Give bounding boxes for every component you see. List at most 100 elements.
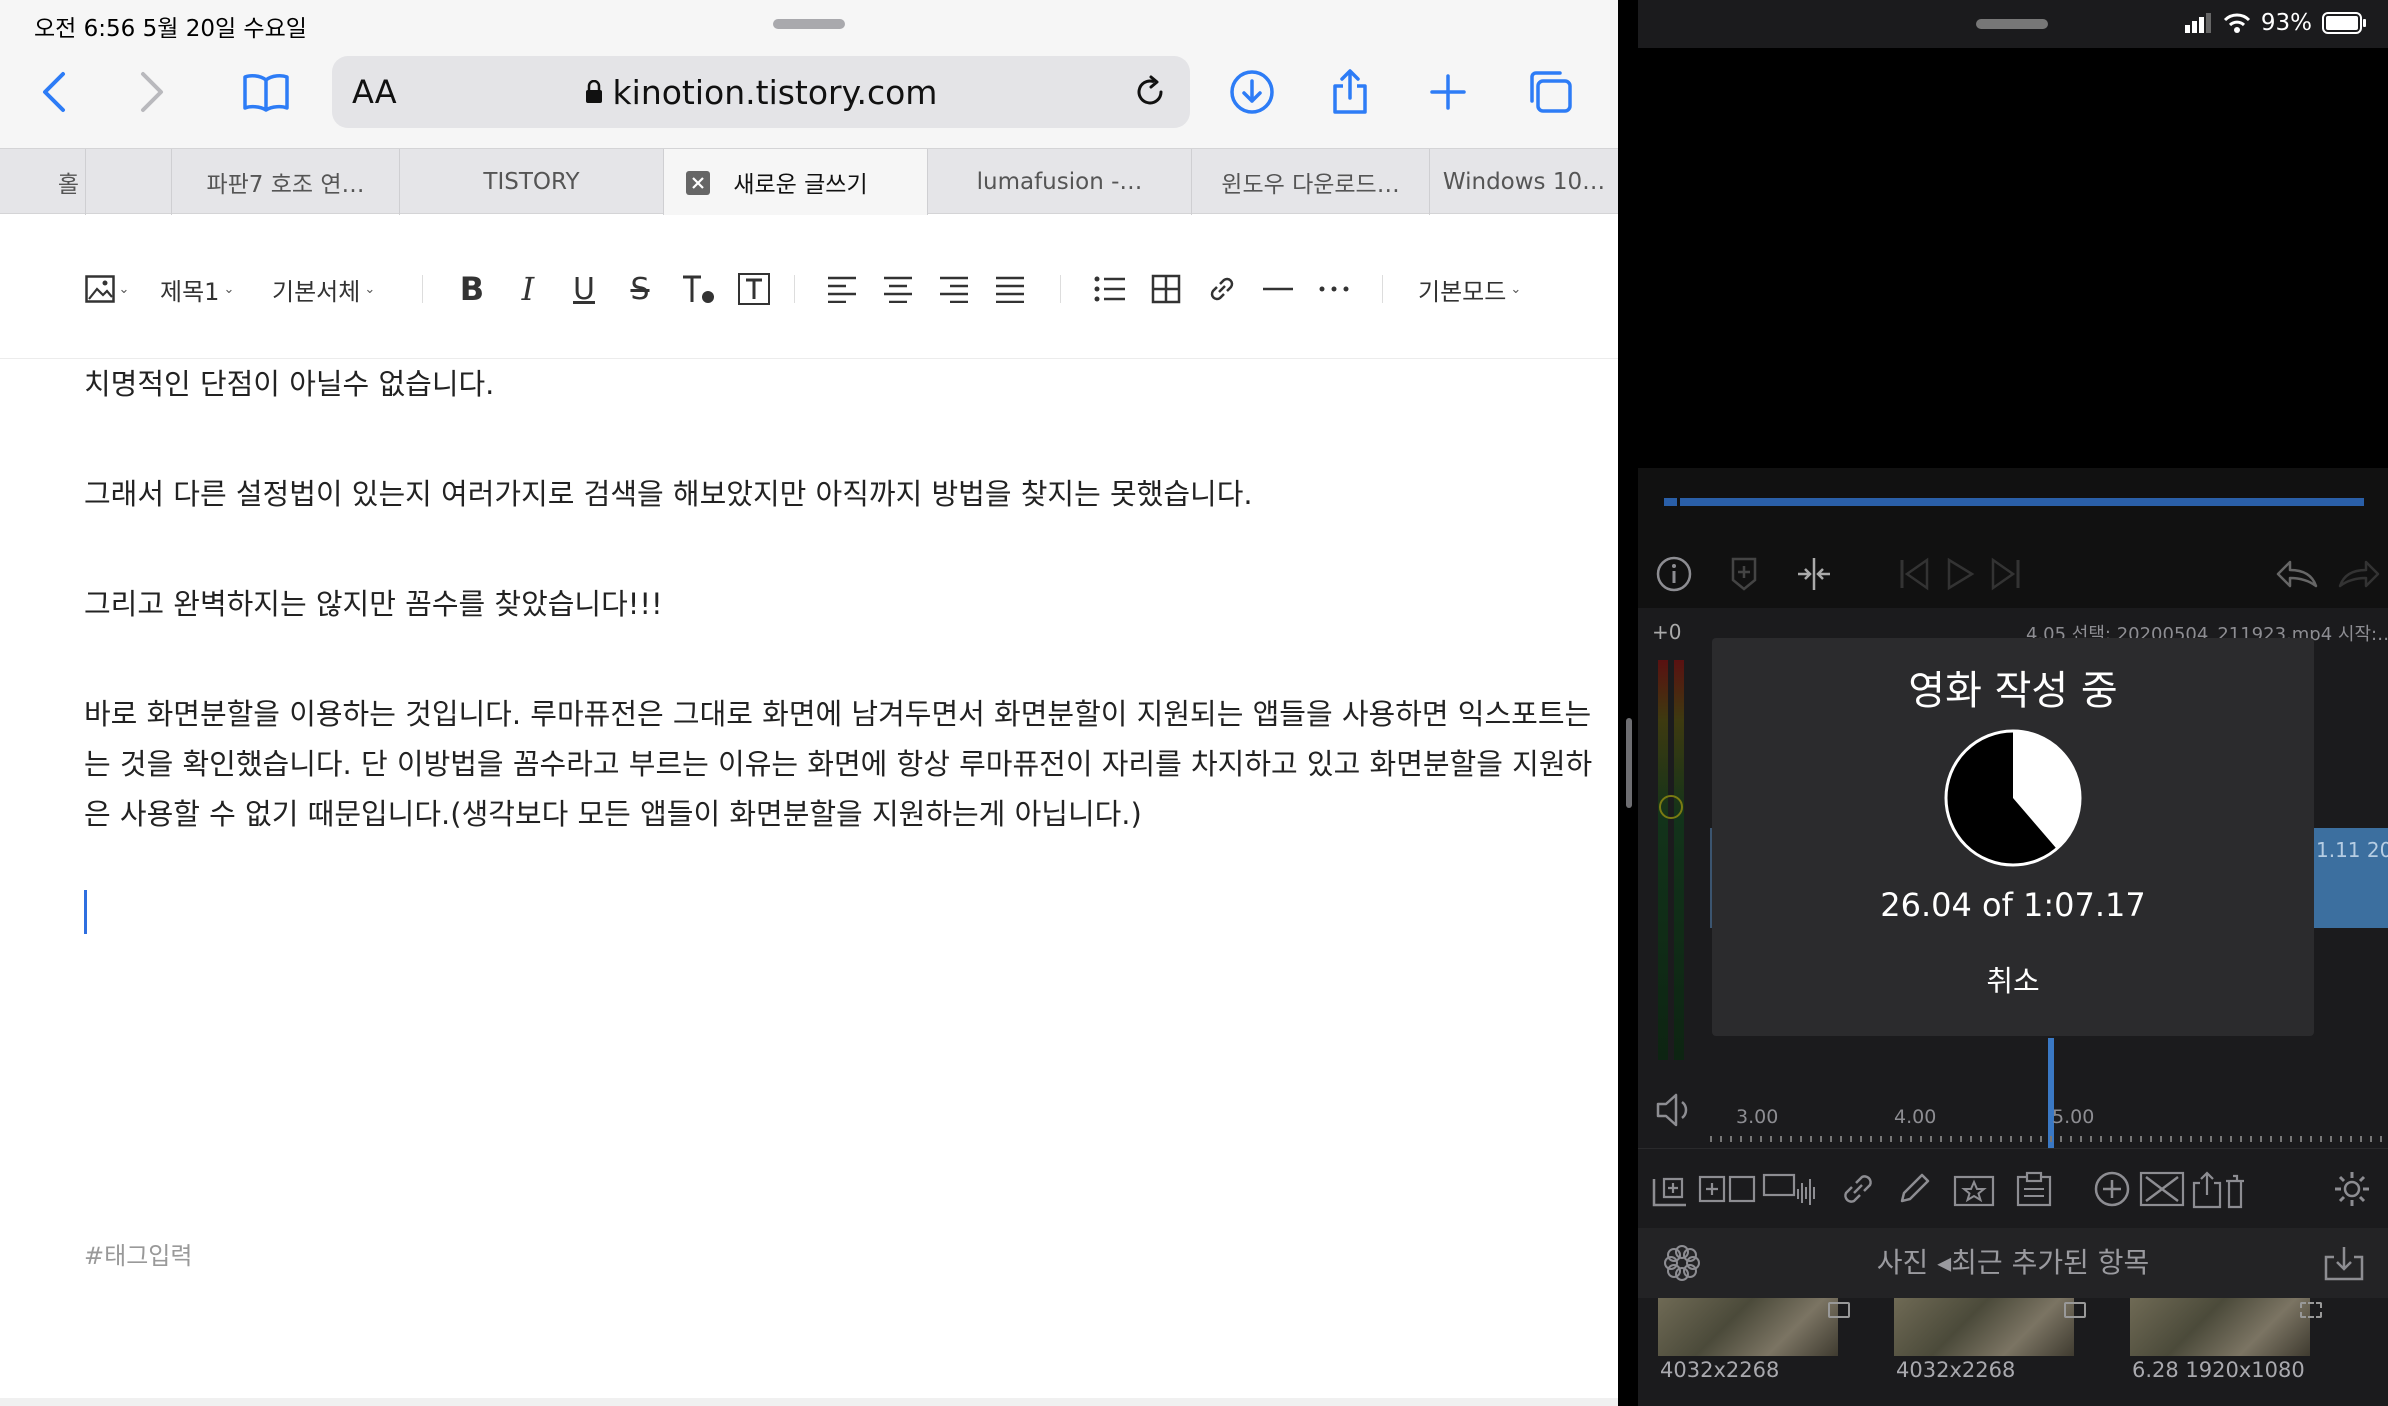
align-center-button[interactable]	[878, 267, 918, 311]
bold-button[interactable]: B	[452, 267, 492, 311]
undo-button[interactable]	[2276, 552, 2320, 596]
underline-button[interactable]: U	[564, 267, 604, 311]
plus-icon	[1430, 74, 1466, 110]
tab-close-button[interactable]	[686, 171, 710, 195]
battery-percent: 93%	[2260, 10, 2312, 36]
share-button[interactable]	[1320, 64, 1380, 120]
tab[interactable]: 파판7 호조 연…	[172, 149, 400, 215]
clipboard-button[interactable]	[2010, 1165, 2058, 1213]
multitasking-grabber[interactable]	[773, 19, 845, 29]
table-icon	[1151, 274, 1181, 304]
tab[interactable]: Windows 10…	[1430, 149, 1618, 215]
share-export-button[interactable]	[2190, 1165, 2246, 1213]
url-field[interactable]: kinotion.tistory.com	[332, 56, 1190, 128]
tab[interactable]: 홀	[0, 149, 86, 215]
favorite-button[interactable]	[1950, 1165, 1998, 1213]
forward-button[interactable]	[122, 64, 182, 120]
media-thumbnail	[1658, 1298, 1838, 1356]
scrub-bar[interactable]	[1638, 468, 2388, 538]
edit-clip-button[interactable]	[1890, 1165, 1938, 1213]
image-icon	[2064, 1302, 2086, 1318]
volume-offset: +0	[1652, 620, 1682, 644]
bookmarks-button[interactable]	[236, 64, 296, 120]
text-background-button[interactable]	[732, 267, 776, 311]
video-viewer[interactable]	[1638, 48, 2388, 468]
table-button[interactable]	[1146, 267, 1186, 311]
tag-input[interactable]: #태그입력	[84, 1236, 192, 1271]
library-source-title[interactable]: 사진 ◂최근 추가된 항목	[1638, 1228, 2388, 1298]
lock-icon	[585, 80, 602, 103]
tab[interactable]: 윈도우 다운로드…	[1192, 149, 1430, 215]
bold-icon: B	[459, 270, 485, 308]
status-bar-right: 93%	[1638, 0, 2388, 48]
multitasking-grabber[interactable]	[1976, 19, 2048, 29]
safari-toolbar: AA kinotion.tistory.com	[0, 46, 1618, 148]
italic-icon: I	[521, 270, 535, 308]
audio-edit-icon	[1762, 1173, 1815, 1205]
horizontal-rule-icon	[1263, 287, 1293, 291]
address-bar[interactable]: AA kinotion.tistory.com	[332, 56, 1190, 128]
font-select[interactable]: 기본서체 ⌄	[272, 267, 375, 311]
chevron-down-icon: ⌄	[364, 281, 376, 297]
insert-button[interactable]	[1646, 1165, 1694, 1213]
tab-active[interactable]: 새로운 글쓰기	[664, 149, 928, 215]
editor-mode-select[interactable]: 기본모드 ⌄	[1418, 267, 1521, 311]
tab-label: 새로운 글쓰기	[733, 172, 868, 198]
toolbar-divider	[794, 275, 795, 303]
split-view-handle[interactable]	[1626, 718, 1632, 808]
paragraph: 는 것을 확인했습니다. 단 이방법을 꼼수라고 부르는 이유는 화면에 항상 …	[84, 747, 1593, 781]
skip-back-button[interactable]	[1892, 552, 1936, 596]
redo-icon	[2338, 560, 2380, 588]
horizontal-rule-button[interactable]	[1258, 267, 1298, 311]
strikethrough-button[interactable]: S	[620, 267, 660, 311]
media-item[interactable]: 4032x2268	[1648, 1298, 1858, 1406]
link-clips-button[interactable]	[1834, 1165, 1882, 1213]
heading-select[interactable]: 제목1 ⌄	[160, 267, 234, 311]
tab[interactable]: TISTORY	[400, 149, 664, 215]
more-button[interactable]	[1314, 267, 1354, 311]
tab-overview-button[interactable]	[1520, 64, 1580, 120]
add-marker-button[interactable]	[1722, 552, 1766, 596]
italic-button[interactable]: I	[508, 267, 548, 311]
split-button[interactable]	[1792, 552, 1836, 596]
reload-button[interactable]	[1122, 64, 1178, 120]
cut-clip-button[interactable]	[2138, 1165, 2186, 1213]
export-progress-text: 26.04 of 1:07.17	[1880, 886, 2146, 924]
media-item[interactable]: 6.28 1920x1080	[2120, 1298, 2330, 1406]
ruler-label: 3.00	[1736, 1106, 1779, 1128]
bullet-list-button[interactable]	[1090, 267, 1130, 311]
edit-toolbar	[1638, 1148, 2388, 1228]
skip-forward-button[interactable]	[1984, 552, 2028, 596]
import-icon[interactable]	[2322, 1243, 2366, 1283]
settings-button[interactable]	[2328, 1165, 2376, 1213]
undo-icon	[2276, 560, 2318, 588]
tabs-icon	[1530, 71, 1572, 113]
toolbar-divider	[1060, 275, 1061, 303]
overwrite-button[interactable]	[1698, 1165, 1758, 1213]
info-button[interactable]	[1652, 552, 1696, 596]
redo-button[interactable]	[2336, 552, 2380, 596]
tab-label: Windows 10…	[1442, 169, 1606, 195]
back-button[interactable]	[24, 64, 84, 120]
downloads-button[interactable]	[1222, 64, 1282, 120]
speaker-icon[interactable]	[1652, 1088, 1696, 1132]
paragraph: 그리고 완벽하지는 않지만 꼼수를 찾았습니다!!!	[84, 587, 663, 621]
tab[interactable]	[86, 149, 172, 215]
cancel-button[interactable]: 취소	[1963, 956, 2063, 1006]
audio-meter-left	[1658, 660, 1668, 1060]
link-button[interactable]	[1202, 267, 1242, 311]
audio-edit-button[interactable]	[1762, 1165, 1822, 1213]
volume-knob[interactable]	[1659, 795, 1683, 819]
align-justify-button[interactable]	[990, 267, 1030, 311]
media-item[interactable]: 4032x2268	[1884, 1298, 2094, 1406]
add-button[interactable]	[2088, 1165, 2136, 1213]
align-left-button[interactable]	[822, 267, 862, 311]
new-tab-button[interactable]	[1418, 64, 1478, 120]
export-title: 영화 작성 중	[1908, 668, 2118, 714]
insert-image-button[interactable]: ⌄	[82, 267, 132, 311]
text-color-button[interactable]	[676, 267, 720, 311]
align-right-button[interactable]	[934, 267, 974, 311]
tab[interactable]: lumafusion -…	[928, 149, 1192, 215]
scrub-track[interactable]	[1664, 498, 2364, 506]
play-button[interactable]	[1938, 552, 1982, 596]
